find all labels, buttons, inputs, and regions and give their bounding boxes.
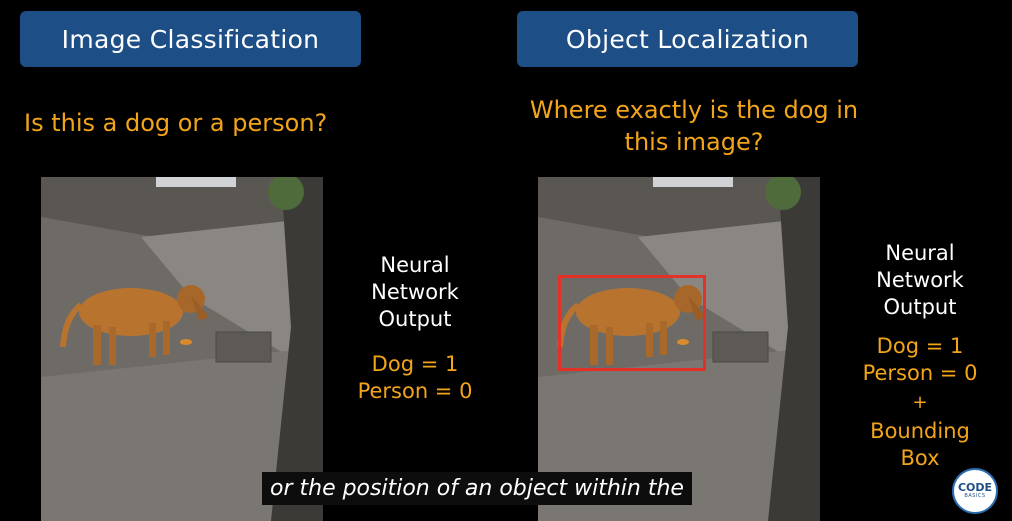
person-output: Person = 0 bbox=[862, 361, 978, 385]
video-caption: or the position of an object within the bbox=[262, 472, 692, 505]
bounding-box bbox=[558, 275, 706, 371]
codebasics-logo: CODE BASICS bbox=[952, 468, 998, 514]
nn-label-line2: Network bbox=[876, 268, 964, 292]
nn-output-localization: Neural Network Output Dog = 1 Person = 0… bbox=[845, 240, 995, 472]
bounding-label-line1: Bounding bbox=[870, 419, 970, 443]
dog-photo-localization bbox=[538, 177, 820, 521]
dog-photo-classification bbox=[41, 177, 323, 521]
classification-question: Is this a dog or a person? bbox=[24, 109, 328, 137]
nn-label-line2: Network bbox=[371, 280, 459, 304]
localization-question: Where exactly is the dog in this image? bbox=[500, 94, 888, 158]
nn-label-line1: Neural bbox=[885, 241, 955, 265]
nn-label-line3: Output bbox=[378, 307, 452, 331]
nn-label-line3: Output bbox=[883, 295, 957, 319]
nn-label-line1: Neural bbox=[380, 253, 450, 277]
image-classification-title: Image Classification bbox=[20, 11, 361, 67]
dog-output: Dog = 1 bbox=[371, 352, 459, 376]
logo-line2: BASICS bbox=[964, 493, 986, 499]
person-output: Person = 0 bbox=[357, 379, 473, 403]
dog-output: Dog = 1 bbox=[876, 334, 964, 358]
localization-question-line1: Where exactly is the dog in bbox=[529, 96, 859, 124]
localization-question-line2: this image? bbox=[624, 128, 764, 156]
plus-sign: + bbox=[912, 392, 928, 413]
logo-line1: CODE bbox=[957, 481, 993, 494]
nn-output-classification: Neural Network Output Dog = 1 Person = 0 bbox=[340, 252, 490, 405]
object-localization-title: Object Localization bbox=[517, 11, 858, 67]
